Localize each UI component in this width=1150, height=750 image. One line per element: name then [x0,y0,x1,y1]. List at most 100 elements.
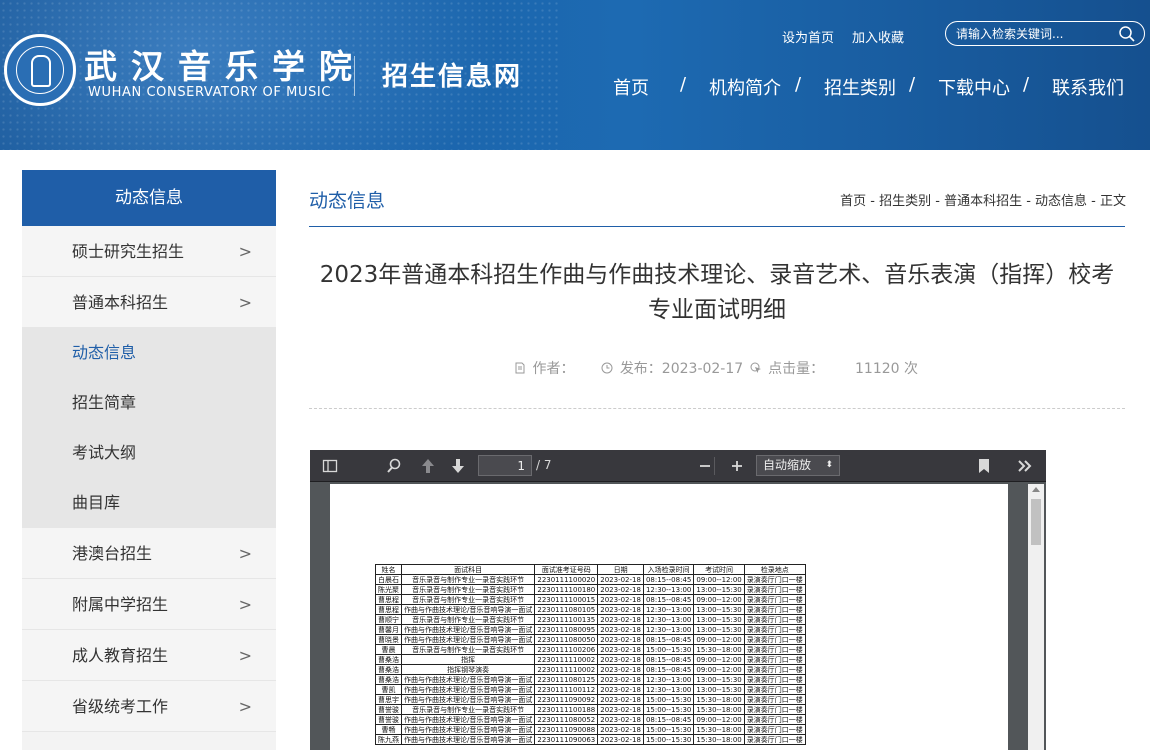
table-cell: 15:00--15:30 [642,724,695,735]
table-cell: 15:00--15:30 [642,704,695,715]
table-cell: 15:00--15:30 [642,644,695,655]
table-cell: 09:00--12:00 [693,634,745,645]
table-cell: 作曲与作曲技术理论/音乐音响导演一面试 [400,624,536,635]
table-cell: 2023-02-18 [597,674,644,685]
main-nav: 首页 / 机构简介 / 招生类别 / 下载中心 / 联系我们 [0,74,1150,102]
table-cell: 录演奏厅门口一楼 [743,704,806,715]
table-cell: 12:30--13:00 [642,614,695,625]
table-cell: 2230111100188 [534,704,599,715]
sidebar-item-hk-macau-taiwan[interactable]: 港澳台招生 > [22,528,276,579]
table-cell: 作曲与作曲技术理论/音乐音响导演一面试 [400,674,536,685]
nav-separator: / [1023,74,1030,95]
clicks-value: 11120 次 [855,361,918,377]
table-cell: 2230111080095 [534,624,599,635]
nav-separator: / [795,74,802,95]
table-cell: 2230111100135 [534,614,599,625]
table-row: 曹桑浩 指挥 2230111110002 2023-02-18 08:15--08:45… [375,654,806,665]
table-cell: 13:00--15:30 [693,584,745,595]
zoom-select[interactable]: 自动缩放 ⬍ [756,455,840,476]
scroll-up-arrow-icon[interactable] [1032,487,1040,492]
sidebar-item-affiliated-school[interactable]: 附属中学招生 > [22,579,276,630]
breadcrumb[interactable]: 首页 - 招生类别 - 普通本科招生 - 动态信息 - 正文 [840,190,1126,209]
table-cell: 2023-02-18 [597,734,644,745]
pdf-schedule-table: 姓名 面试科目 面试准考证号码 日期 入场检录时间 考试时间 检录地点 白晨石 音乐录音与制作… [375,564,806,745]
set-home-link[interactable]: 设为首页 [782,27,834,46]
sidebar-subitem-brochure[interactable]: 招生简章 [22,378,276,428]
page-total: / 7 [536,458,552,472]
table-cell: 12:30--13:00 [642,584,695,595]
table-cell: 2230111110002 [534,664,599,675]
nav-downloads[interactable]: 下载中心 [938,74,1010,100]
clicks-label: 点击量： [768,361,825,377]
click-cursor-icon [750,362,761,373]
bookmark-icon[interactable] [976,456,992,476]
page-number-input[interactable] [478,455,532,476]
add-favorite-link[interactable]: 加入收藏 [852,27,904,46]
table-row: 曹桑浩 指挥钢琴演奏 2230111110002 2023-02-18 08:15--0… [375,664,806,675]
chevron-right-icon: > [238,595,252,614]
table-cell: 2023-02-18 [597,664,644,675]
scrollbar-thumb[interactable] [1031,499,1041,545]
table-cell: 08:15--08:45 [642,594,695,605]
zoom-out-icon[interactable] [698,456,712,476]
search-input[interactable] [956,25,1116,43]
table-cell: 2023-02-18 [597,644,644,655]
table-header-cell: 面试准考证号码 [534,564,599,575]
table-cell: 09:00--12:00 [693,594,745,605]
sidebar-item-adult-education[interactable]: 成人教育招生 > [22,630,276,681]
table-cell: 音乐录音与制作专业一录音实践环节 [400,584,536,595]
sidebar-item-label: 省级统考工作 [72,697,169,716]
table-header-cell: 入场检录时间 [642,564,695,575]
find-icon[interactable] [386,456,402,476]
table-row: 曹誉骏 音乐录音与制作专业一录音实践环节 2230111100188 2023-02-… [375,704,806,715]
search-box [945,21,1145,46]
sidebar-subitem-repertoire[interactable]: 曲目库 [22,478,276,528]
sidebar-submenu: 动态信息 招生简章 考试大纲 曲目库 [22,328,276,528]
table-cell: 音乐录音与制作专业一录音实践环节 [400,574,536,585]
sidebar-item-undergraduate[interactable]: 普通本科招生 > [22,277,276,328]
table-cell: 白晨石 [375,574,402,585]
zoom-in-icon[interactable] [730,456,744,476]
pdf-scrollbar[interactable] [1028,484,1044,750]
search-icon[interactable] [1118,25,1136,43]
table-cell: 2230111080125 [534,674,599,685]
table-row: 曹誉骏 作曲与作曲技术理论/音乐音响导演一面试 2230111080052 2023-… [375,714,806,725]
nav-separator: / [909,74,916,95]
table-cell: 指挥 [400,654,536,665]
table-cell: 作曲与作曲技术理论/音乐音响导演一面试 [400,684,536,695]
table-cell: 09:00--12:00 [693,574,745,585]
nav-contact[interactable]: 联系我们 [1052,74,1124,100]
sidebar-toggle-icon[interactable] [322,456,338,476]
table-cell: 指挥钢琴演奏 [400,664,536,675]
pdf-page: 姓名 面试科目 面试准考证号码 日期 入场检录时间 考试时间 检录地点 白晨石 音乐录音与制作… [330,484,1008,750]
table-cell: 2230111080105 [534,604,599,615]
previous-page-icon[interactable] [420,456,436,476]
sidebar-item-graduate[interactable]: 硕士研究生招生 > [22,226,276,277]
nav-home[interactable]: 首页 [613,74,649,100]
table-cell: 音乐录音与制作专业一录音实践环节 [400,644,536,655]
table-cell: 录演奏厅门口一楼 [743,594,806,605]
table-cell: 2230111100112 [534,684,599,695]
table-cell: 作曲与作曲技术理论/音乐音响导演一面试 [400,604,536,615]
table-row: 陈光聚 音乐录音与制作专业一录音实践环节 2230111100180 2023-02-… [375,584,806,595]
table-cell: 13:00--15:30 [693,614,745,625]
table-cell: 曹誉骏 [375,714,402,725]
table-cell: 曹誉骏 [375,704,402,715]
table-cell: 12:30--13:00 [642,684,695,695]
table-cell: 2230111090092 [534,694,599,705]
table-cell: 录演奏厅门口一楼 [743,734,806,745]
nav-about[interactable]: 机构简介 [709,74,781,100]
chevron-right-icon: > [238,646,252,665]
tools-double-chevron-icon[interactable] [1016,456,1034,476]
sidebar-item-provincial-exam[interactable]: 省级统考工作 > [22,681,276,732]
sidebar-item-label: 普通本科招生 [72,293,169,312]
site-header: 武汉音乐学院 WUHAN CONSERVATORY OF MUSIC 招生信息网… [0,0,1150,150]
table-cell: 曹思程 [375,604,402,615]
nav-admission-types[interactable]: 招生类别 [824,74,896,100]
table-cell: 2230111100020 [534,574,599,585]
sidebar-subitem-syllabus[interactable]: 考试大纲 [22,428,276,478]
table-cell: 录演奏厅门口一楼 [743,664,806,675]
table-cell: 录演奏厅门口一楼 [743,674,806,685]
next-page-icon[interactable] [450,456,466,476]
sidebar-subitem-news[interactable]: 动态信息 [22,328,276,378]
